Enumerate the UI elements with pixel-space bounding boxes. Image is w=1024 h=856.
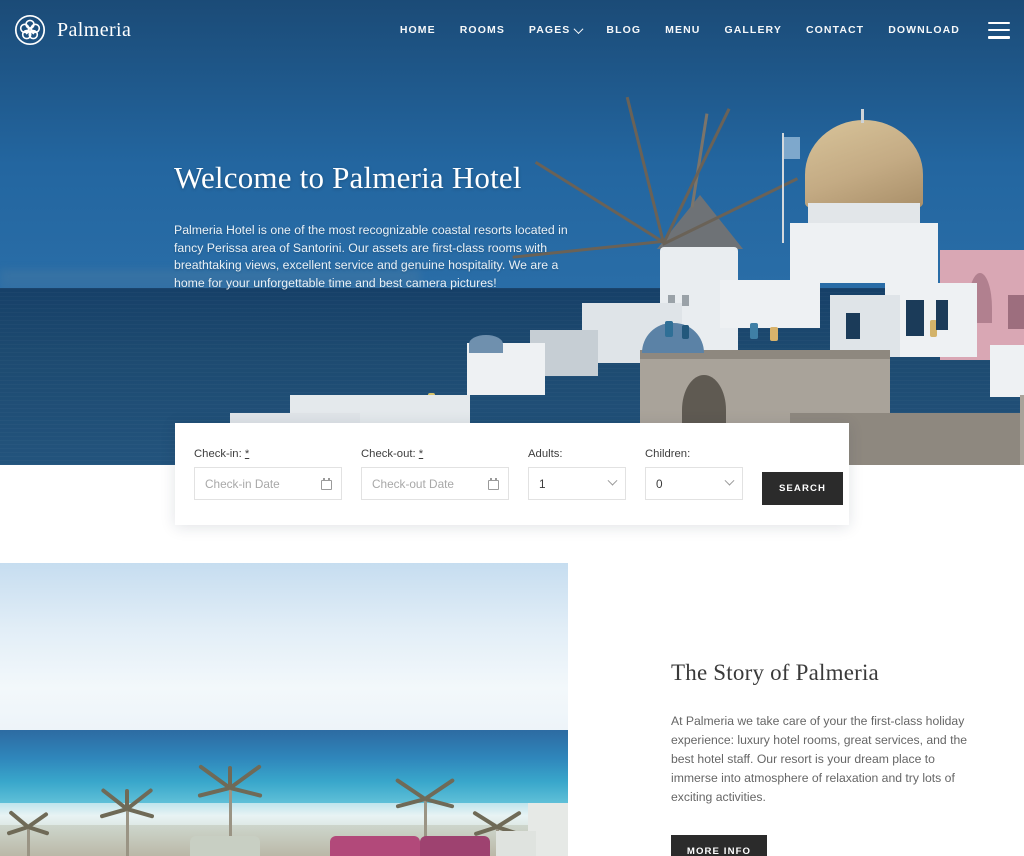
hamburger-bar (988, 35, 1010, 39)
site-header: Palmeria HOME ROOMS PAGES BLOG MENU GALL… (0, 0, 1024, 60)
chevron-down-icon (573, 23, 584, 34)
nav-label: CONTACT (805, 24, 865, 36)
hero-paragraph: Palmeria Hotel is one of the most recogn… (174, 223, 568, 290)
nav-label: DOWNLOAD (888, 24, 960, 36)
children-value: 0 (656, 476, 663, 491)
brand-name: Palmeria (57, 18, 132, 41)
nav-label: MENU (665, 24, 701, 36)
nav-item-contact[interactable]: CONTACT (806, 24, 864, 36)
nav-item-blog[interactable]: BLOG (606, 24, 641, 36)
nav-item-download[interactable]: DOWNLOAD (888, 24, 960, 36)
children-select[interactable]: 0 (645, 467, 743, 500)
calendar-icon[interactable] (321, 477, 332, 490)
beach-sea (0, 730, 568, 810)
beach-photo (0, 563, 568, 856)
flower-logo-icon (14, 14, 46, 46)
hero-copy: Welcome to Palmeria Hotel Palmeria Hotel… (174, 160, 594, 292)
adults-value: 1 (539, 476, 546, 491)
more-info-button[interactable]: MORE INFO (671, 835, 767, 856)
booking-form: Check-in: * Check-out: * (175, 423, 849, 525)
nav-item-home[interactable]: HOME (400, 24, 436, 36)
nav-label: PAGES (528, 24, 571, 36)
children-field-group: Children: 0 (645, 448, 743, 500)
checkin-field-group: Check-in: * (194, 448, 342, 500)
required-marker: * (244, 448, 250, 460)
story-section: The Story of Palmeria At Palmeria we tak… (671, 660, 991, 856)
checkin-label: Check-in: * (194, 448, 342, 460)
chevron-down-icon (607, 475, 618, 486)
hero-section: Welcome to Palmeria Hotel Palmeria Hotel… (0, 0, 1024, 465)
page-root: Welcome to Palmeria Hotel Palmeria Hotel… (0, 0, 1024, 856)
checkout-field-group: Check-out: * (361, 448, 509, 500)
nav-label: GALLERY (724, 24, 782, 36)
required-marker: * (418, 448, 424, 460)
checkout-label-text: Check-out: (361, 448, 416, 460)
checkin-label-text: Check-in: (194, 448, 242, 460)
beach-sky (0, 563, 568, 730)
nav-item-gallery[interactable]: GALLERY (724, 24, 781, 36)
adults-select[interactable]: 1 (528, 467, 626, 500)
checkout-input-wrapper[interactable] (361, 467, 509, 500)
checkout-input[interactable] (372, 476, 498, 491)
calendar-icon[interactable] (488, 477, 499, 490)
hamburger-menu-icon[interactable] (988, 21, 1010, 39)
nav-item-menu[interactable]: MENU (665, 24, 700, 36)
checkin-input-wrapper[interactable] (194, 467, 342, 500)
checkin-input[interactable] (205, 476, 331, 491)
adults-label: Adults: (528, 448, 563, 460)
chevron-down-icon (724, 475, 735, 486)
resort-flora (190, 836, 260, 856)
hamburger-bar (988, 21, 1010, 25)
main-navigation: HOME ROOMS PAGES BLOG MENU GALLERY CONTA… (400, 23, 960, 36)
nav-item-pages[interactable]: PAGES (528, 23, 584, 36)
search-button[interactable]: SEARCH (762, 472, 843, 505)
adults-field-group: Adults: 1 (528, 448, 626, 500)
story-heading: The Story of Palmeria (671, 660, 879, 685)
hamburger-bar (988, 28, 1010, 32)
nav-label: BLOG (606, 24, 642, 36)
brand[interactable]: Palmeria (14, 14, 131, 46)
children-label: Children: (645, 448, 691, 460)
checkout-label: Check-out: * (361, 448, 509, 460)
story-paragraph: At Palmeria we take care of your the fir… (671, 714, 968, 804)
nav-label: ROOMS (459, 24, 505, 36)
hero-title: Welcome to Palmeria Hotel (174, 160, 522, 195)
resort-flora (330, 836, 420, 856)
resort-building (496, 831, 536, 856)
resort-flora (420, 836, 490, 856)
nav-item-rooms[interactable]: ROOMS (460, 24, 505, 36)
nav-label: HOME (399, 24, 436, 36)
